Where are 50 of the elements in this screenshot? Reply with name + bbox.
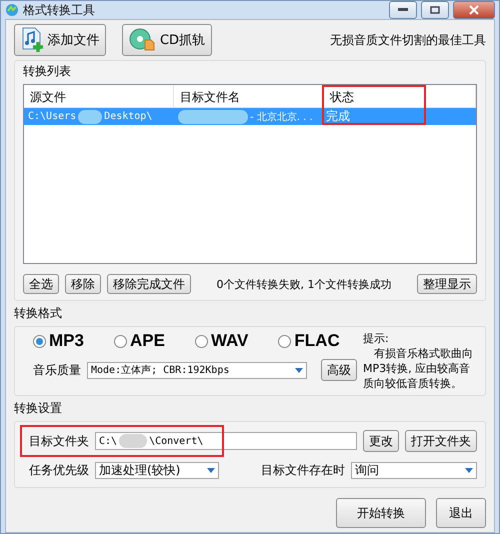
target-name-text: - 北京北京. . . [250, 110, 313, 124]
group-title: 转换列表 [23, 63, 72, 80]
quality-label: 音乐质量 [33, 362, 81, 378]
advanced-button[interactable]: 高级 [321, 359, 357, 381]
change-button[interactable]: 更改 [363, 430, 399, 452]
minimize-button[interactable] [389, 1, 417, 19]
status-text: 完成 [325, 108, 351, 125]
dropdown-caret-icon [295, 368, 303, 372]
list-action-button[interactable]: 移除完成文件 [107, 274, 191, 294]
add-file-button[interactable]: 添加文件 [14, 24, 106, 56]
quality-dropdown[interactable]: Mode:立体声; CBR:192Kbps [87, 362, 307, 378]
redaction-blur [78, 110, 102, 124]
tip-text: 有损音乐格式歌曲向MP3转换, 应由较高音质向较低音质转换。 [363, 346, 474, 391]
list-action-button[interactable]: 移除 [65, 274, 101, 294]
dropdown-caret-icon [207, 468, 215, 473]
file-exists-dropdown[interactable]: 询问 [351, 462, 477, 479]
format-radio[interactable]: MP3 [33, 331, 84, 351]
source-path-text: Desktop\ [104, 111, 152, 122]
redaction-blur [119, 434, 148, 448]
dropdown-caret-icon [465, 468, 473, 473]
target-folder-field[interactable]: C:\ \Convert\ [95, 432, 357, 450]
target-folder-label: 目标文件夹 [29, 432, 89, 450]
minimize-icon [398, 8, 408, 12]
cd-hand-icon [128, 28, 157, 52]
close-button[interactable] [453, 1, 495, 19]
close-icon [469, 5, 479, 15]
redaction-blur [178, 110, 248, 124]
window-title: 格式转换工具 [23, 2, 96, 18]
list-action-button[interactable]: 全选 [23, 274, 59, 294]
summary-text: 0个文件转换失败, 1个文件转换成功 [216, 276, 392, 292]
tip-title: 提示: [363, 331, 390, 346]
format-radio[interactable]: APE [114, 331, 165, 351]
format-radio[interactable]: WAV [194, 331, 248, 351]
group-title: 转换格式 [14, 305, 63, 322]
slogan-text: 无损音质文件切割的最佳工具 [330, 32, 486, 48]
arrange-button[interactable]: 整理显示 [417, 274, 477, 294]
priority-label: 任务优先级 [29, 462, 89, 479]
open-folder-button[interactable]: 打开文件夹 [405, 430, 477, 452]
format-radio[interactable]: FLAC [278, 331, 340, 351]
source-path-text: C:\Users [28, 111, 76, 122]
priority-dropdown[interactable]: 加速处理(较快) [95, 462, 219, 479]
maximize-button[interactable] [421, 1, 449, 19]
music-file-add-icon [20, 27, 44, 53]
exit-button[interactable]: 退出 [436, 498, 486, 528]
cd-rip-button[interactable]: CD抓轨 [122, 24, 212, 56]
file-exists-label: 目标文件存在时 [261, 462, 345, 479]
maximize-icon [430, 6, 440, 14]
app-logo-icon [5, 3, 19, 17]
start-button[interactable]: 开始转换 [336, 498, 426, 528]
group-title: 转换设置 [14, 400, 63, 417]
